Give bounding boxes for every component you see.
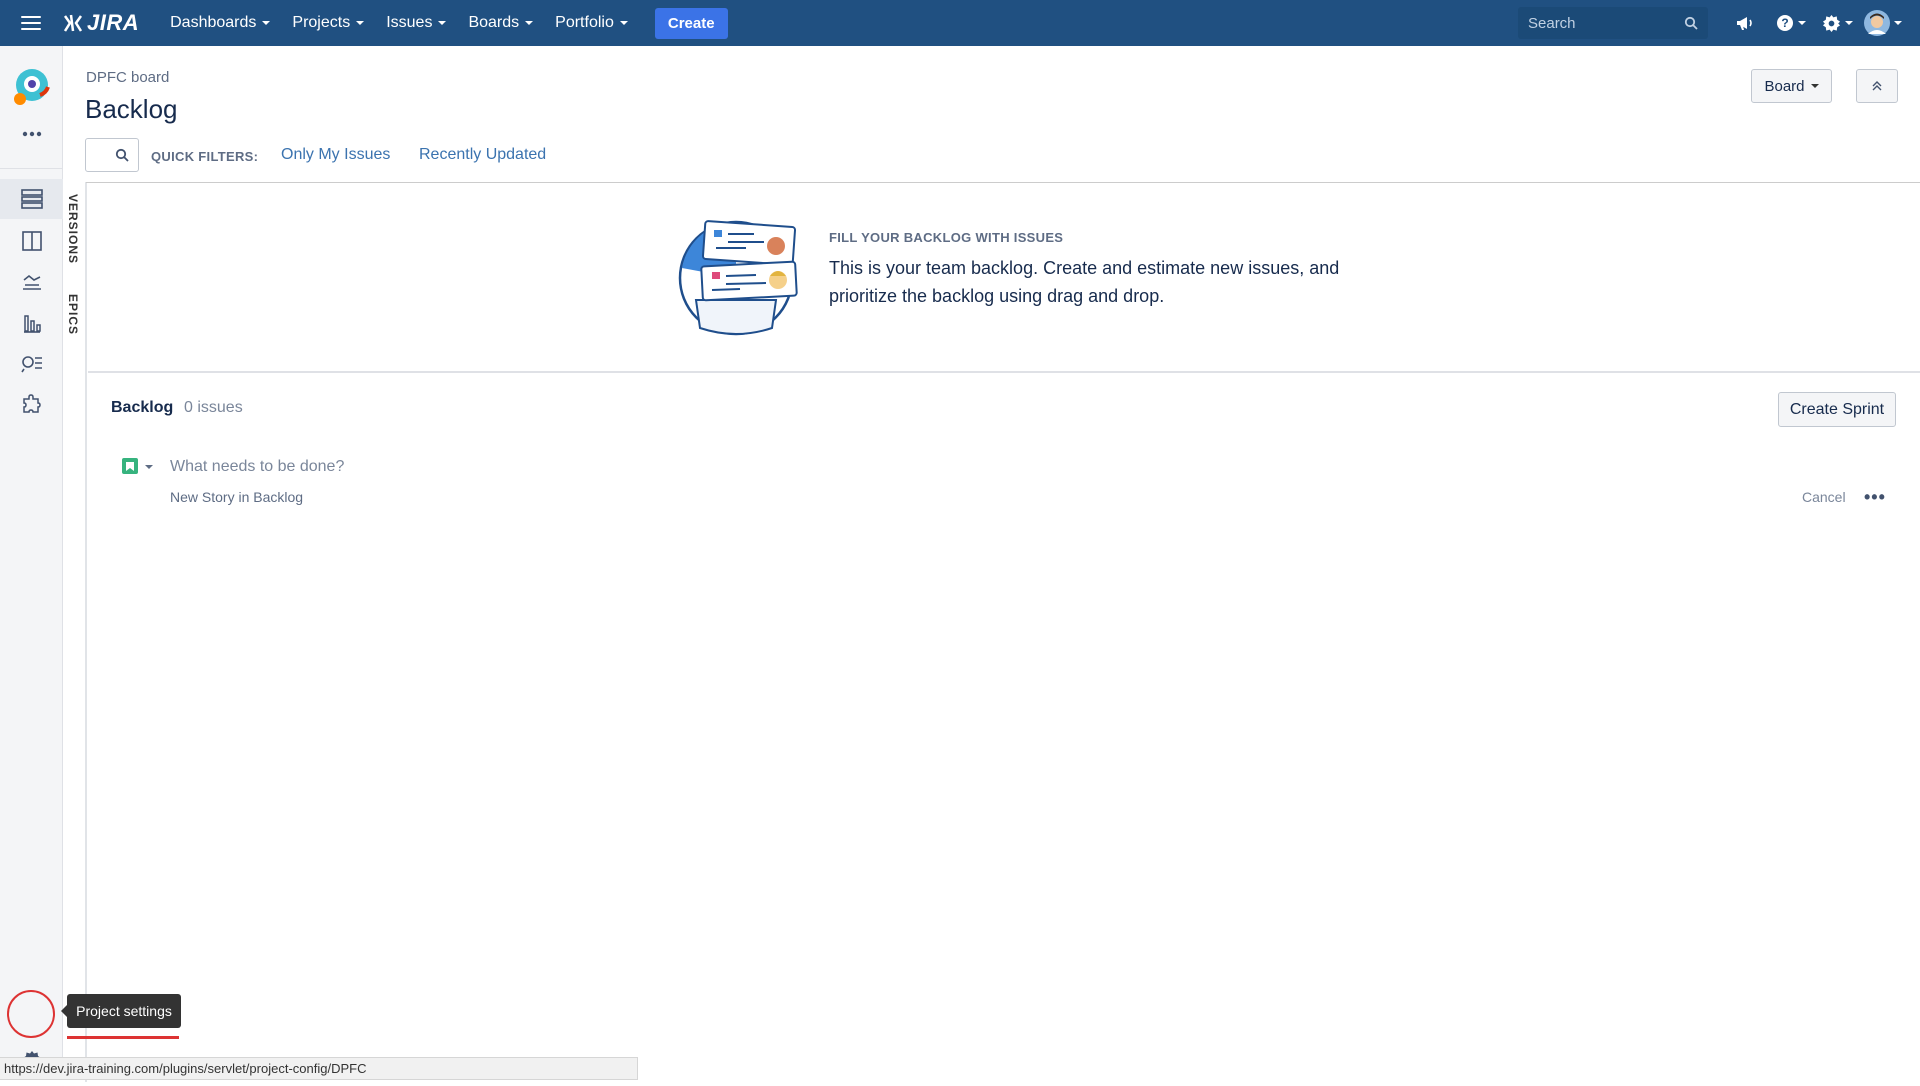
caret-down-icon[interactable] xyxy=(145,465,153,469)
backlog-icon xyxy=(20,189,43,209)
collapse-header-button[interactable] xyxy=(1856,69,1898,103)
help-icon: ? xyxy=(1777,15,1793,31)
caret-down-icon xyxy=(1844,21,1853,25)
vertical-tab-strip: VERSIONS EPICS xyxy=(63,182,87,1082)
caret-down-icon xyxy=(438,21,447,25)
caret-down-icon xyxy=(1894,21,1902,25)
announcements-button[interactable] xyxy=(1722,0,1768,46)
backlog-illustration-icon xyxy=(678,220,798,336)
sidebar-item-releases[interactable] xyxy=(0,261,63,301)
backlog-issue-count: 0 issues xyxy=(184,399,243,416)
board-icon xyxy=(21,231,42,251)
menu-icon xyxy=(21,16,41,30)
backlog-section-title: Backlog xyxy=(111,399,174,416)
board-button-label: Board xyxy=(1764,77,1805,95)
puzzle-icon xyxy=(22,394,41,413)
caret-down-icon xyxy=(1810,84,1819,88)
nav-boards[interactable]: Boards xyxy=(468,14,534,32)
chevron-up-icon xyxy=(1872,81,1882,91)
nav-label: Projects xyxy=(292,14,351,31)
breadcrumb[interactable]: DPFC board xyxy=(86,69,169,86)
sidebar-item-backlog[interactable] xyxy=(0,179,63,219)
more-icon xyxy=(22,131,41,137)
releases-icon xyxy=(22,274,41,290)
nav-issues[interactable]: Issues xyxy=(386,14,447,32)
sidebar-item-reports[interactable] xyxy=(0,303,63,343)
empty-state-title: FILL YOUR BACKLOG WITH ISSUES xyxy=(829,230,1064,245)
page-title: Backlog xyxy=(85,94,178,124)
nav-portfolio[interactable]: Portfolio xyxy=(555,14,628,32)
jira-logo[interactable]: JIRA xyxy=(62,10,139,36)
issues-search-icon xyxy=(20,356,42,373)
avatar xyxy=(1864,10,1890,36)
quick-filters-label: QUICK FILTERS: xyxy=(151,149,259,164)
megaphone-icon xyxy=(1737,17,1752,30)
caret-down-icon xyxy=(262,21,271,25)
empty-state-text: This is your team backlog. Create and es… xyxy=(829,258,1340,306)
top-right-tools: Search ? xyxy=(1518,0,1920,46)
filter-only-my-issues[interactable]: Only My Issues xyxy=(281,146,390,164)
search-icon xyxy=(115,148,129,162)
create-button[interactable]: Create xyxy=(654,7,728,39)
gear-icon xyxy=(1822,14,1840,32)
caret-down-icon xyxy=(619,21,628,25)
highlight-underline xyxy=(67,1036,179,1039)
jira-logo-icon xyxy=(63,14,83,32)
browser-status-url: https://dev.jira-training.com/plugins/se… xyxy=(0,1057,638,1080)
search-input[interactable]: Search xyxy=(1518,7,1708,39)
sidebar-divider xyxy=(0,168,63,169)
nav-dashboards[interactable]: Dashboards xyxy=(170,14,271,32)
reports-icon xyxy=(23,315,41,333)
backlog-more-button[interactable]: ••• xyxy=(1864,487,1886,508)
caret-down-icon xyxy=(1798,21,1806,25)
app-switcher-button[interactable] xyxy=(0,0,62,46)
filter-recently-updated[interactable]: Recently Updated xyxy=(419,146,546,164)
board-menu-button[interactable]: Board xyxy=(1751,69,1832,103)
issue-type-selector[interactable] xyxy=(122,458,138,474)
sidebar-item-active-sprints[interactable] xyxy=(0,221,63,261)
nav-label: Boards xyxy=(468,14,520,31)
nav-label: Portfolio xyxy=(555,14,614,31)
svg-text:?: ? xyxy=(1781,16,1788,30)
sidebar-item-components[interactable] xyxy=(0,384,63,424)
highlight-circle xyxy=(7,990,55,1038)
top-navigation-bar: JIRA Dashboards Projects Issues Boards P… xyxy=(0,0,1920,46)
sidebar-item-issues[interactable] xyxy=(0,344,63,384)
story-bookmark-icon xyxy=(126,461,134,471)
help-button[interactable]: ? xyxy=(1768,0,1814,46)
inline-create-input[interactable]: What needs to be done? xyxy=(170,458,344,476)
project-avatar[interactable] xyxy=(0,64,63,110)
caret-down-icon xyxy=(356,21,365,25)
nav-label: Dashboards xyxy=(170,14,257,31)
nav-projects[interactable]: Projects xyxy=(292,14,365,32)
project-sidebar xyxy=(0,46,63,1080)
backlog-search-input[interactable] xyxy=(85,138,139,172)
project-avatar-icon xyxy=(13,69,50,105)
admin-settings-button[interactable] xyxy=(1814,0,1860,46)
create-sprint-button[interactable]: Create Sprint xyxy=(1778,392,1896,427)
search-icon xyxy=(1684,16,1698,30)
caret-down-icon xyxy=(525,21,534,25)
jira-logo-text: JIRA xyxy=(87,10,140,35)
more-options-button[interactable] xyxy=(0,114,63,154)
tab-epics[interactable]: EPICS xyxy=(66,294,80,335)
search-placeholder: Search xyxy=(1528,14,1576,32)
cancel-button[interactable]: Cancel xyxy=(1802,489,1846,505)
inline-create-hint: New Story in Backlog xyxy=(170,489,304,505)
project-settings-tooltip: Project settings xyxy=(61,994,181,1028)
profile-button[interactable] xyxy=(1860,0,1906,46)
tab-versions[interactable]: VERSIONS xyxy=(66,194,80,264)
nav-label: Issues xyxy=(386,14,433,31)
